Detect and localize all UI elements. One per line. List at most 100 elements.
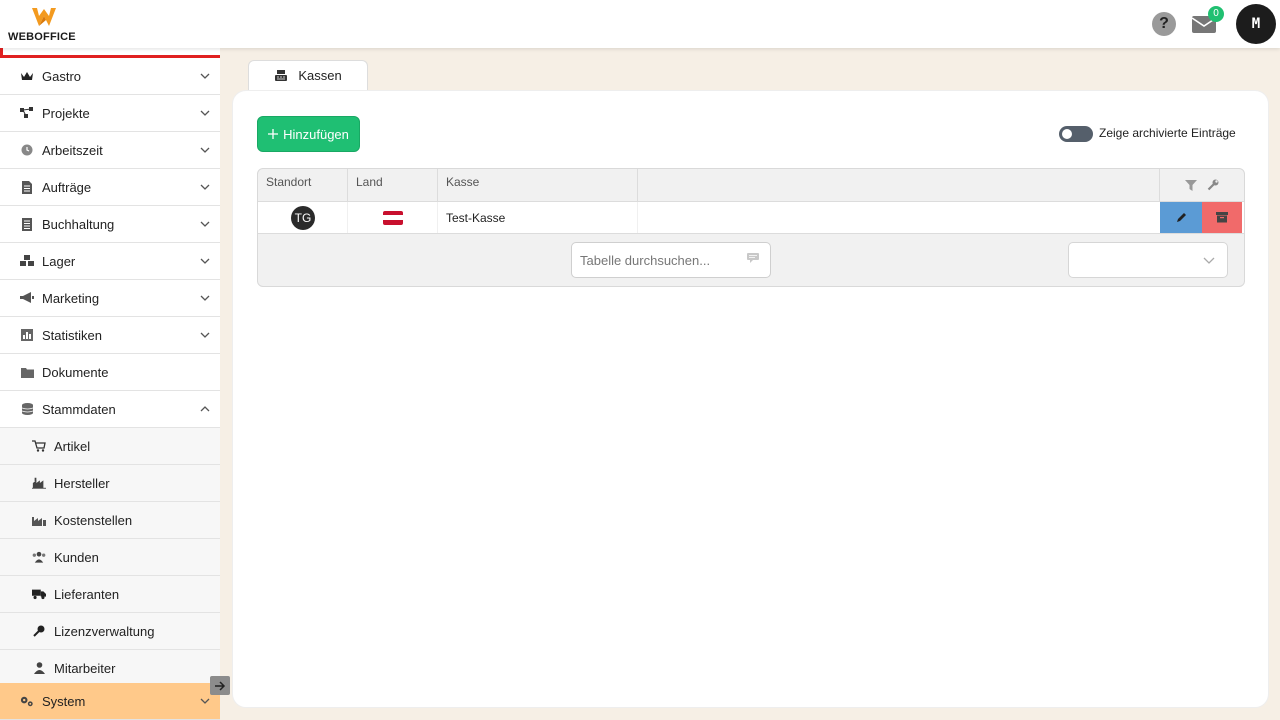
sidebar-item-label: Buchhaltung [42, 216, 115, 232]
sidebar-item-gastro[interactable]: Gastro [0, 58, 220, 95]
cell-standort: TG [258, 202, 348, 233]
top-header: WEBOFFICE ? 0 M [0, 0, 1280, 48]
boxes-icon [20, 254, 34, 268]
sidebar-item-statistiken[interactable]: Statistiken [0, 317, 220, 354]
column-header-empty [638, 169, 1160, 201]
toggle-knob [1062, 129, 1072, 139]
sidebar-item-label: Lager [42, 253, 76, 269]
sidebar-subitem-mitarbeiter[interactable]: Mitarbeiter [0, 650, 220, 687]
kassen-table: Standort Land Kasse TG Test-Kasse [257, 168, 1245, 287]
cash-register-icon [275, 69, 288, 81]
column-header-actions [1160, 169, 1244, 201]
sidebar-item-auftraege[interactable]: Aufträge [0, 169, 220, 206]
archived-toggle[interactable] [1059, 126, 1093, 142]
sidebar-item-label: Statistiken [42, 327, 102, 343]
austria-flag-icon [383, 210, 403, 225]
sidebar-collapse-button[interactable] [210, 676, 230, 695]
document-icon [20, 180, 34, 194]
sidebar-item-label: Kunden [54, 549, 99, 565]
sidebar-subitem-lizenzverwaltung[interactable]: Lizenzverwaltung [0, 613, 220, 650]
chevron-down-icon [200, 332, 210, 338]
chevron-down-icon [200, 73, 210, 79]
archive-box-icon [1216, 212, 1228, 223]
sidebar-item-projekte[interactable]: Projekte [0, 95, 220, 132]
chevron-down-icon [200, 221, 210, 227]
cart-icon [32, 439, 46, 453]
page-size-select[interactable] [1068, 242, 1228, 278]
tab-kassen[interactable]: Kassen [248, 60, 368, 90]
database-icon [20, 402, 34, 416]
main-panel: Hinzufügen Zeige archivierte Einträge St… [232, 90, 1269, 708]
column-header-land[interactable]: Land [348, 169, 438, 201]
wrench-icon[interactable] [1207, 179, 1219, 191]
chevron-down-icon [200, 258, 210, 264]
folder-icon [20, 365, 34, 379]
add-button[interactable]: Hinzufügen [257, 116, 360, 152]
standort-badge: TG [291, 205, 315, 230]
chevron-down-icon [200, 698, 210, 704]
chevron-down-icon [200, 147, 210, 153]
sidebar-subitem-lieferanten[interactable]: Lieferanten [0, 576, 220, 613]
bar-chart-icon [20, 328, 34, 342]
edit-button[interactable] [1160, 202, 1202, 233]
industry-icon [32, 513, 46, 527]
mail-count-badge: 0 [1208, 6, 1224, 22]
sidebar-item-label: Marketing [42, 290, 100, 306]
chevron-up-icon [200, 406, 210, 412]
plus-icon [268, 129, 279, 139]
cogs-icon [20, 694, 34, 708]
user-avatar[interactable]: M [1236, 4, 1276, 44]
cell-kasse: Test-Kasse [438, 202, 638, 233]
cell-land [348, 202, 438, 233]
pencil-icon [1176, 213, 1186, 222]
table-search-input[interactable] [571, 242, 771, 278]
sidebar-item-stammdaten[interactable]: Stammdaten [0, 391, 220, 428]
logo-mark-icon [32, 8, 56, 26]
sidebar: Gastro Projekte Arbeitszeit Aufträge Buc… [0, 48, 220, 720]
column-header-standort[interactable]: Standort [258, 169, 348, 201]
add-button-label: Hinzufügen [283, 126, 349, 142]
sidebar-item-arbeitszeit[interactable]: Arbeitszeit [0, 132, 220, 169]
truck-icon [32, 587, 46, 601]
nodes-icon [20, 106, 34, 120]
user-icon [32, 661, 46, 675]
sidebar-item-label: System [42, 693, 86, 709]
filter-icon[interactable] [1185, 179, 1197, 191]
sidebar-item-dokumente[interactable]: Dokumente [0, 354, 220, 391]
chevron-down-icon [200, 110, 210, 116]
sidebar-subitem-kostenstellen[interactable]: Kostenstellen [0, 502, 220, 539]
factory-icon [32, 476, 46, 490]
archived-toggle-label: Zeige archivierte Einträge [1099, 126, 1236, 140]
weboffice-logo[interactable]: WEBOFFICE [8, 6, 80, 44]
sidebar-subitem-kunden[interactable]: Kunden [0, 539, 220, 576]
archive-button[interactable] [1202, 202, 1242, 233]
sidebar-subitem-artikel[interactable]: Artikel [0, 428, 220, 465]
sidebar-item-label: Lizenzverwaltung [54, 623, 155, 639]
sidebar-item-lager[interactable]: Lager [0, 243, 220, 280]
table-row[interactable]: TG Test-Kasse [258, 201, 1244, 234]
chevron-down-icon [200, 295, 210, 301]
sidebar-item-label: Mitarbeiter [54, 660, 116, 676]
sidebar-item-label: Hersteller [54, 475, 110, 491]
kasse-name: Test-Kasse [446, 210, 506, 225]
megaphone-icon [20, 291, 34, 305]
crown-icon [20, 69, 34, 83]
users-icon [32, 550, 46, 564]
help-button[interactable]: ? [1152, 12, 1176, 36]
column-header-kasse[interactable]: Kasse [438, 169, 638, 201]
clock-icon [20, 143, 34, 157]
sidebar-item-marketing[interactable]: Marketing [0, 280, 220, 317]
sidebar-item-label: Arbeitszeit [42, 142, 103, 158]
ledger-icon [20, 217, 34, 231]
logo-text: WEBOFFICE [8, 31, 76, 43]
sidebar-subitem-hersteller[interactable]: Hersteller [0, 465, 220, 502]
sidebar-item-system[interactable]: System [0, 683, 220, 720]
sidebar-item-label: Projekte [42, 105, 90, 121]
sidebar-item-label: Gastro [42, 68, 82, 84]
sidebar-item-buchhaltung[interactable]: Buchhaltung [0, 206, 220, 243]
tab-label: Kassen [298, 68, 342, 83]
chevron-down-icon [200, 184, 210, 190]
sidebar-item-label: Aufträge [42, 179, 92, 195]
arrow-right-icon [215, 680, 226, 691]
key-icon [32, 624, 46, 638]
